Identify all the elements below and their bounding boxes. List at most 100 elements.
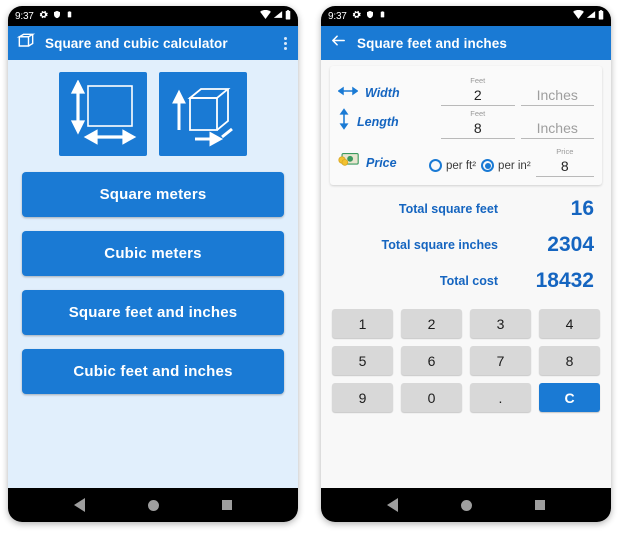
key-1[interactable]: 1	[332, 309, 393, 338]
battery-icon	[285, 9, 291, 23]
result-value: 18432	[535, 269, 594, 292]
key-2[interactable]: 2	[401, 309, 462, 338]
wifi-icon	[260, 9, 271, 22]
key-3[interactable]: 3	[470, 309, 531, 338]
result-value: 16	[570, 197, 594, 220]
price-field[interactable]: Price	[535, 147, 594, 177]
price-option-per-in2-label: per in²	[498, 159, 531, 172]
app-bar-left: Square and cubic calculator	[8, 26, 298, 60]
cubic-meters-button[interactable]: Cubic meters	[22, 231, 284, 276]
result-row-total-square-inches: Total square inches 2304	[330, 227, 602, 263]
shield-icon	[53, 10, 61, 22]
price-label: Price	[366, 155, 397, 170]
phone-left: 9:37 Square and cubic calculator Square …	[8, 6, 298, 522]
price-option-per-ft2-label: per ft²	[446, 159, 477, 172]
phone-right: 9:37 Square feet and inches Width Feet 2…	[321, 6, 611, 522]
result-label: Total square inches	[381, 238, 498, 252]
price-option-per-in2[interactable]: per in²	[481, 159, 531, 177]
back-triangle-icon[interactable]	[73, 498, 85, 512]
cubic-feet-inches-button[interactable]: Cubic feet and inches	[22, 349, 284, 394]
input-card: Width Feet 2 Inches Length Feet 8 Inches…	[330, 66, 602, 185]
battery-icon	[598, 9, 604, 23]
square-meters-button[interactable]: Square meters	[22, 172, 284, 217]
key-8[interactable]: 8	[539, 346, 600, 375]
home-circle-icon[interactable]	[147, 499, 159, 511]
signal-icon	[273, 10, 283, 22]
result-label: Total square feet	[398, 202, 498, 216]
key-6[interactable]: 6	[401, 346, 462, 375]
length-feet-caption: Feet	[470, 109, 486, 118]
status-clock: 9:37	[328, 10, 347, 22]
width-feet-caption: Feet	[470, 76, 486, 85]
width-row: Width Feet	[337, 73, 594, 106]
signal-icon	[586, 10, 596, 22]
width-inches-field[interactable]	[520, 76, 594, 106]
length-feet-input[interactable]	[441, 119, 515, 139]
price-option-per-ft2[interactable]: per ft²	[429, 159, 476, 177]
key-4[interactable]: 4	[539, 309, 600, 338]
key-decimal[interactable]: .	[470, 383, 531, 412]
back-triangle-icon[interactable]	[386, 498, 398, 512]
gear-icon	[352, 10, 361, 22]
status-clock: 9:37	[15, 10, 34, 22]
result-row-total-square-feet: Total square feet 16	[330, 191, 602, 227]
results-list: Total square feet 16 Total square inches…	[330, 191, 602, 299]
status-bar-left: 9:37	[8, 6, 298, 26]
home-circle-icon[interactable]	[460, 499, 472, 511]
radio-selected-icon[interactable]	[481, 159, 495, 172]
clipboard-icon	[379, 10, 386, 22]
gear-icon	[39, 10, 48, 22]
price-row: Price per ft² per in² Price	[338, 143, 594, 177]
length-inches-input[interactable]	[520, 119, 594, 139]
clipboard-icon	[66, 10, 73, 22]
keypad-row: 1 2 3 4	[332, 309, 600, 338]
app-bar-right: Square feet and inches	[321, 26, 611, 60]
screenshot-stage: 9:37 Square and cubic calculator Square …	[0, 0, 619, 536]
left-content: Square meters Cubic meters Square feet a…	[8, 60, 298, 488]
length-row: Length Feet	[338, 106, 594, 139]
result-label: Total cost	[439, 274, 498, 288]
key-9[interactable]: 9	[332, 383, 393, 412]
shield-icon	[366, 10, 374, 22]
price-caption: Price	[556, 147, 574, 156]
key-5[interactable]: 5	[332, 346, 393, 375]
price-input[interactable]	[535, 157, 594, 177]
status-bar-right: 9:37	[321, 6, 611, 26]
keypad-row: 9 0 . C	[332, 383, 600, 412]
length-label: Length	[357, 114, 399, 129]
back-arrow-icon[interactable]	[329, 32, 348, 54]
recents-square-icon[interactable]	[535, 500, 546, 510]
nav-bar-left	[8, 488, 298, 522]
length-feet-field[interactable]: Feet	[441, 109, 515, 139]
money-icon	[338, 152, 359, 173]
key-clear[interactable]: C	[539, 383, 600, 412]
vertical-arrow-icon	[338, 108, 350, 135]
cube-dimensions-icon[interactable]	[159, 72, 247, 156]
wifi-icon	[573, 9, 584, 22]
page-title: Square feet and inches	[357, 35, 507, 51]
square-feet-inches-button[interactable]: Square feet and inches	[22, 290, 284, 335]
hero-icon-row	[22, 72, 284, 156]
recents-square-icon[interactable]	[222, 500, 233, 510]
page-title: Square and cubic calculator	[45, 35, 228, 51]
width-feet-input[interactable]	[441, 86, 515, 106]
length-inches-caption	[556, 109, 558, 119]
width-label: Width	[365, 86, 400, 100]
length-inches-field[interactable]	[520, 109, 594, 139]
result-row-total-cost: Total cost 18432	[330, 263, 602, 299]
width-feet-field[interactable]: Feet	[441, 76, 515, 106]
horizontal-arrow-icon	[337, 84, 359, 102]
keypad-row: 5 6 7 8	[332, 346, 600, 375]
right-content: Width Feet 2 Inches Length Feet 8 Inches…	[321, 60, 611, 488]
cube-icon	[16, 31, 36, 56]
width-inches-caption	[556, 76, 558, 86]
key-0[interactable]: 0	[401, 383, 462, 412]
key-7[interactable]: 7	[470, 346, 531, 375]
result-value: 2304	[547, 233, 594, 256]
square-dimensions-icon[interactable]	[59, 72, 147, 156]
width-inches-input[interactable]	[520, 86, 594, 106]
nav-bar-right	[321, 488, 611, 522]
keypad: 1 2 3 4 5 6 7 8 9 0 . C	[330, 309, 602, 412]
radio-unselected-icon[interactable]	[429, 159, 442, 172]
overflow-menu-icon[interactable]	[284, 36, 290, 50]
